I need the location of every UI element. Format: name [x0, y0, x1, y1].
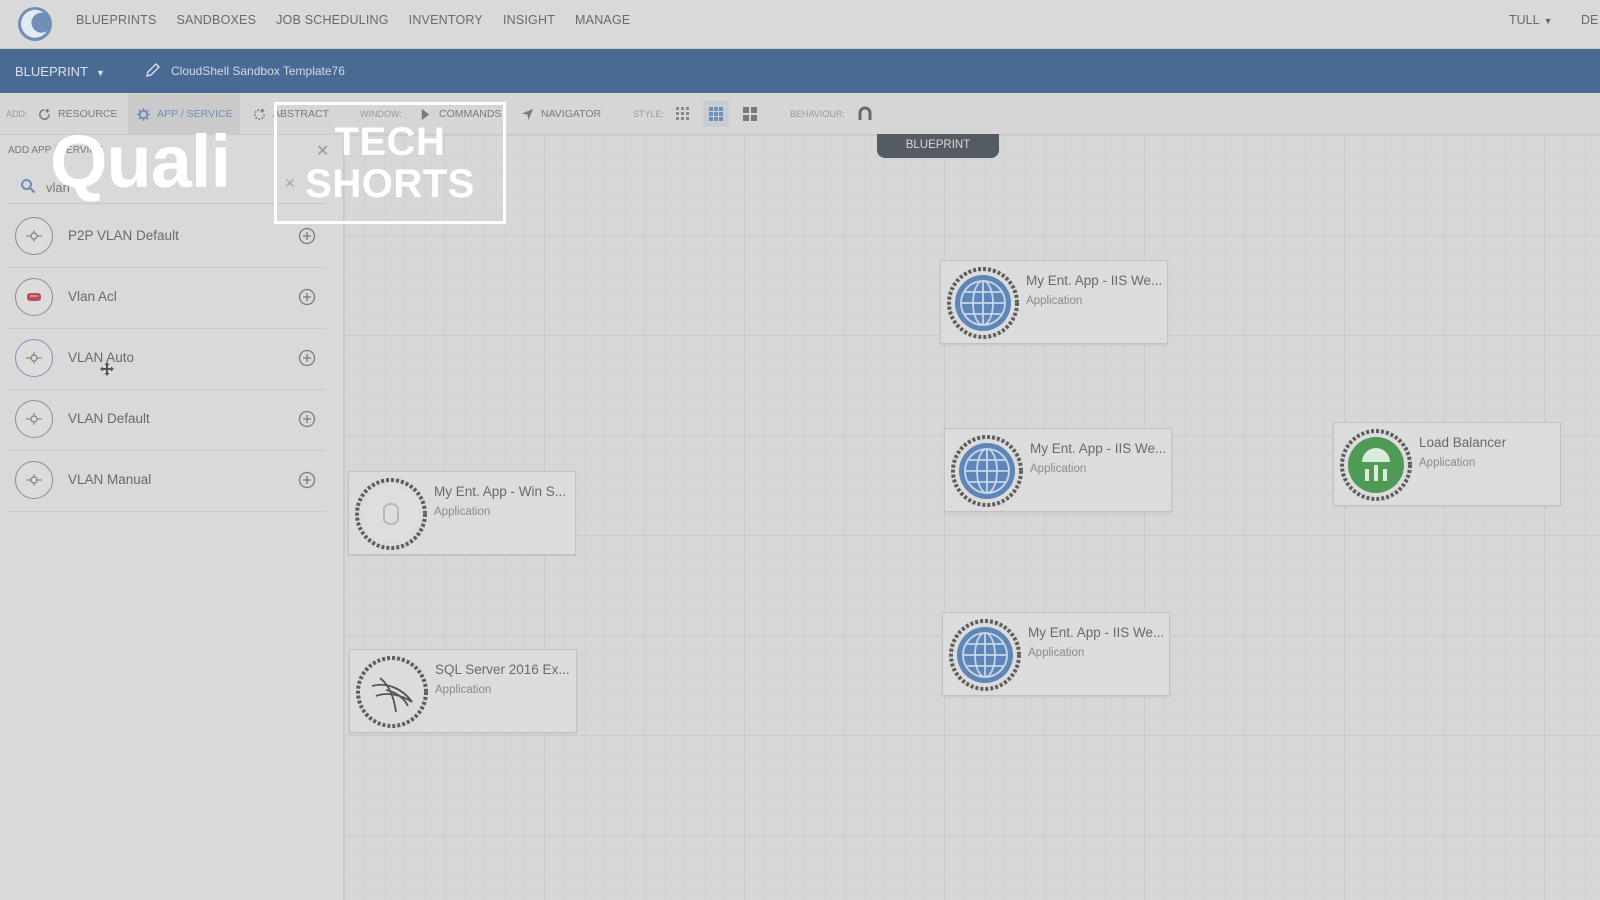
card-title: My Ent. App - IIS We... [1030, 441, 1167, 456]
add-circle-icon[interactable] [298, 227, 316, 245]
tech-shorts-line2: SHORTS [305, 162, 475, 206]
magnet-button[interactable] [852, 101, 878, 127]
card-title: Load Balancer [1419, 435, 1507, 450]
list-item-label: Vlan Acl [68, 289, 117, 304]
quali-logo: Quali [50, 120, 231, 203]
blueprint-bar: BLUEPRINT ▼ CloudShell Sandbox Template76 [0, 49, 1600, 93]
sql-server-icon [356, 656, 428, 728]
app-card[interactable]: SQL Server 2016 Ex... Application [349, 649, 577, 733]
list-item[interactable]: Vlan Acl [8, 268, 326, 329]
tech-shorts-badge: TECH SHORTS [274, 102, 506, 224]
nav-insight[interactable]: INSIGHT [503, 13, 555, 27]
search-icon [21, 179, 36, 194]
medium-grid-icon [709, 107, 723, 121]
large-grid-icon [743, 107, 757, 121]
card-subtitle: Application [1026, 295, 1083, 307]
card-subtitle: Application [1419, 457, 1476, 469]
globe-icon [949, 619, 1021, 691]
add-circle-icon[interactable] [298, 471, 316, 489]
top-navigation: BLUEPRINTS SANDBOXES JOB SCHEDULING INVE… [0, 0, 1600, 49]
app-card[interactable]: My Ent. App - IIS We... Application [940, 260, 1168, 344]
card-title: My Ent. App - IIS We... [1028, 625, 1165, 640]
nav-blueprints[interactable]: BLUEPRINTS [76, 13, 157, 27]
navigation-arrow-icon [521, 108, 534, 120]
list-item-label: VLAN Default [68, 411, 150, 426]
magnet-icon [858, 106, 872, 120]
list-item[interactable]: VLAN Auto [8, 329, 326, 390]
list-item[interactable]: VLAN Manual [8, 451, 326, 512]
app-card[interactable]: Load Balancer Application [1333, 422, 1561, 506]
load-balancer-icon [1340, 429, 1412, 501]
card-subtitle: Application [435, 684, 492, 696]
caret-down-icon: ▼ [1543, 16, 1553, 26]
acl-icon [15, 278, 53, 316]
domain-menu[interactable]: DE [1581, 13, 1598, 27]
nav-inventory[interactable]: INVENTORY [409, 13, 483, 27]
globe-icon [947, 267, 1019, 339]
add-circle-icon[interactable] [298, 349, 316, 367]
tech-shorts-line1: TECH [334, 120, 446, 164]
nav-manage[interactable]: MANAGE [575, 13, 630, 27]
style-label: STYLE: [633, 109, 665, 119]
resource-label: RESOURCE [58, 108, 118, 120]
blueprint-dropdown-label: BLUEPRINT [15, 64, 88, 79]
quali-logo-text: Quali [50, 120, 231, 203]
blueprint-tab[interactable]: BLUEPRINT [877, 134, 999, 158]
main-menu: BLUEPRINTS SANDBOXES JOB SCHEDULING INVE… [76, 0, 630, 40]
vlan-icon [15, 217, 53, 255]
card-subtitle: Application [1030, 463, 1087, 475]
vlan-icon [15, 400, 53, 438]
navigator-label: NAVIGATOR [541, 108, 602, 120]
cloudshell-logo[interactable] [14, 4, 56, 44]
move-cursor-icon [100, 362, 114, 376]
nav-sandboxes[interactable]: SANDBOXES [177, 13, 257, 27]
card-title: My Ent. App - Win S... [434, 484, 567, 499]
user-name: TULL [1509, 13, 1540, 27]
card-subtitle: Application [1028, 647, 1085, 659]
vlan-icon [15, 339, 53, 377]
pencil-icon[interactable] [145, 62, 161, 78]
app-service-label: APP / SERVICE [157, 108, 233, 120]
card-title: My Ent. App - IIS We... [1026, 273, 1163, 288]
blueprint-dropdown[interactable]: BLUEPRINT ▼ [15, 64, 105, 79]
style-large-grid-button[interactable] [737, 101, 763, 127]
app-card[interactable]: My Ent. App - Win S... Application [348, 471, 576, 555]
globe-icon [951, 435, 1023, 507]
vlan-icon [15, 461, 53, 499]
app-card[interactable]: My Ent. App - IIS We... Application [944, 428, 1172, 512]
add-circle-icon[interactable] [298, 288, 316, 306]
navigator-button[interactable]: NAVIGATOR [520, 94, 601, 134]
card-subtitle: Application [434, 506, 491, 518]
app-service-list: P2P VLAN Default Vlan Acl VLAN Auto VLAN… [8, 207, 326, 512]
card-title: SQL Server 2016 Ex... [435, 662, 570, 677]
caret-down-icon: ▼ [95, 68, 105, 78]
windows-server-icon [355, 478, 427, 550]
blueprint-name[interactable]: CloudShell Sandbox Template76 [171, 64, 345, 78]
list-item-label: VLAN Manual [68, 472, 152, 487]
style-small-grid-button[interactable] [670, 101, 696, 127]
style-medium-grid-button[interactable] [703, 101, 729, 127]
nav-job-scheduling[interactable]: JOB SCHEDULING [276, 13, 389, 27]
add-label: ADD: [6, 109, 28, 119]
app-card[interactable]: My Ent. App - IIS We... Application [942, 612, 1170, 696]
add-app-service-panel: ADD APP / SERVICE ✕ ✕ P2P VLAN Default V… [0, 135, 344, 900]
user-menu[interactable]: TULL ▼ [1509, 13, 1553, 27]
small-grid-icon [676, 107, 689, 120]
behaviour-label: BEHAVIOUR: [790, 109, 845, 119]
list-item[interactable]: VLAN Default [8, 390, 326, 451]
toolbar: ADD: RESOURCE APP / SERVICE ABSTRACT WIN… [0, 94, 1600, 135]
add-abstract-icon [254, 108, 265, 120]
add-circle-icon[interactable] [298, 410, 316, 428]
list-item-label: P2P VLAN Default [68, 228, 179, 243]
